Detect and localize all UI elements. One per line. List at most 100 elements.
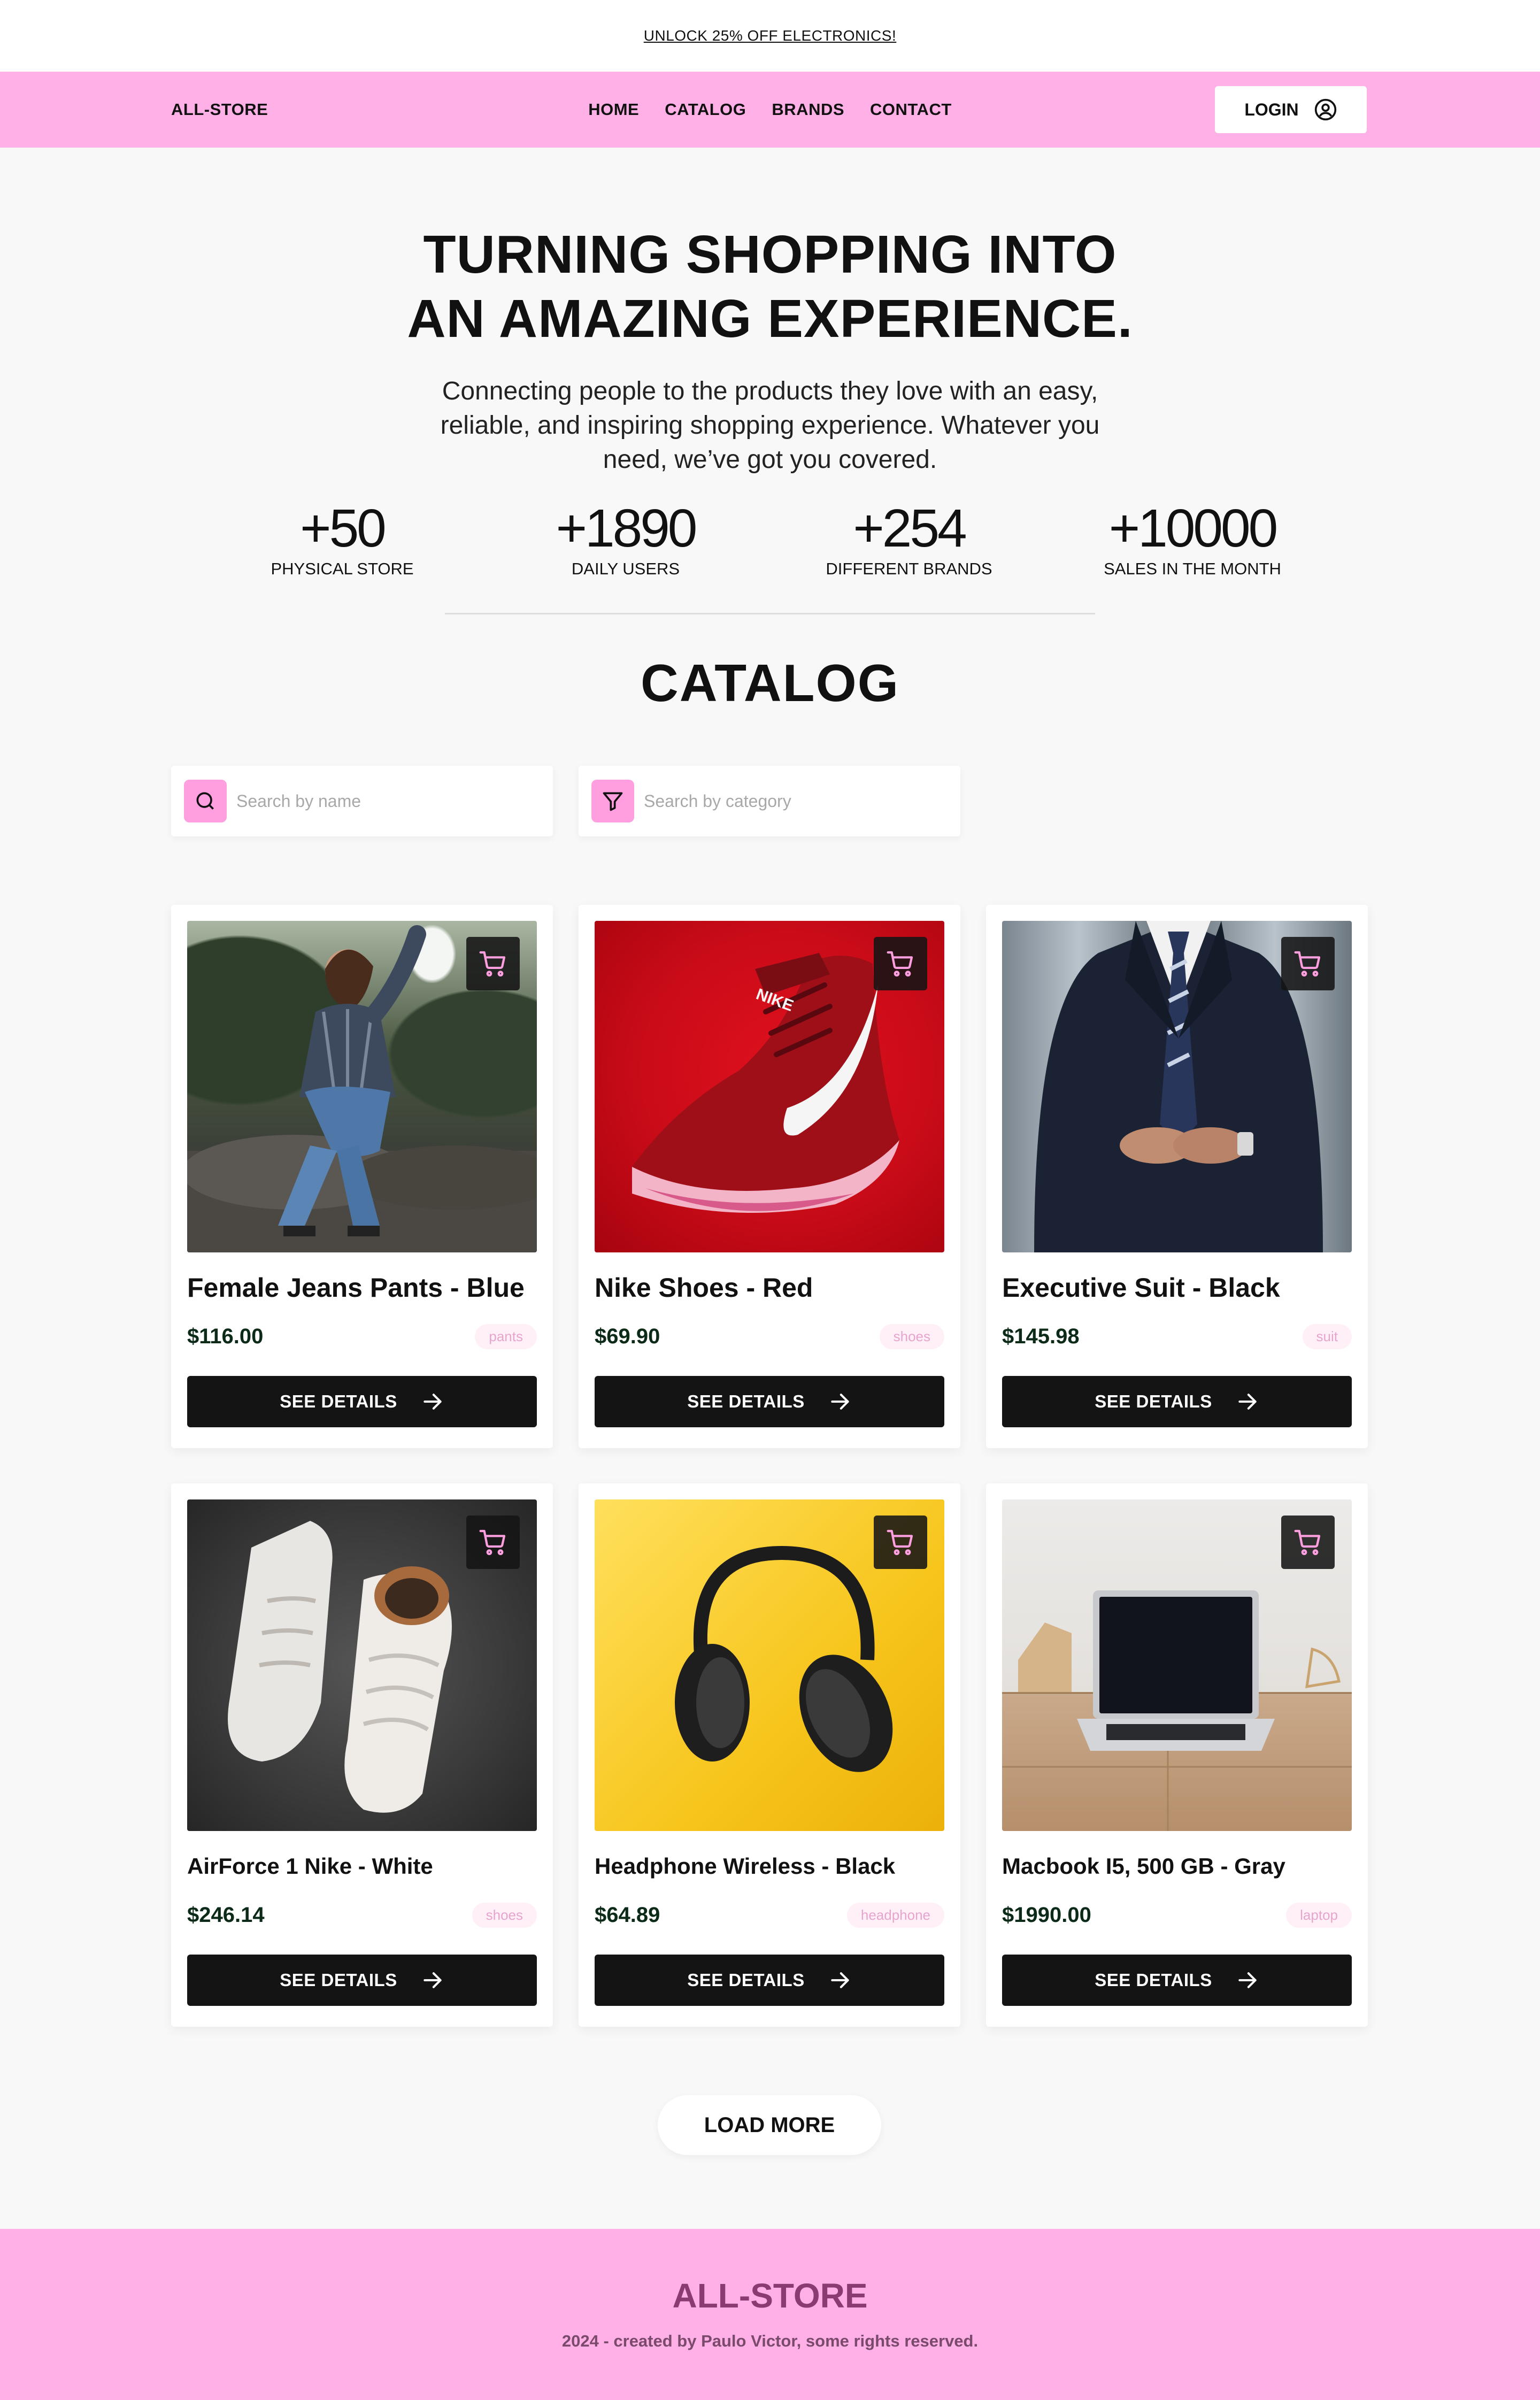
search-name-input[interactable] (236, 791, 536, 811)
product-card: Female Jeans Pants - Blue $116.00 pants … (171, 905, 553, 1448)
login-label: LOGIN (1244, 99, 1299, 119)
add-to-cart-button[interactable] (466, 937, 520, 990)
arrow-right-icon (831, 1394, 849, 1410)
product-card: Headphone Wireless - Black $64.89 headph… (579, 1483, 960, 2027)
hero-title-line2: AN AMAZING EXPERIENCE. (407, 289, 1133, 349)
product-meta-row: $116.00 pants (187, 1324, 537, 1349)
see-details-button[interactable]: SEE DETAILS (595, 1376, 944, 1427)
cart-icon (1294, 1529, 1321, 1556)
arrow-right-icon (424, 1972, 442, 1988)
add-to-cart-button[interactable] (874, 1516, 927, 1569)
add-to-cart-button[interactable] (466, 1516, 520, 1569)
promo-bar: UNLOCK 25% OFF ELECTRONICS! (0, 0, 1540, 72)
product-card: AirForce 1 Nike - White $246.14 shoes SE… (171, 1483, 553, 2027)
arrow-right-icon (424, 1394, 442, 1410)
product-card: Executive Suit - Black $145.98 suit SEE … (986, 905, 1368, 1448)
see-details-label: SEE DETAILS (1095, 1391, 1212, 1411)
footer-brand: ALL-STORE (672, 2276, 868, 2315)
product-price: $246.14 (187, 1903, 265, 1927)
nav-contact[interactable]: CONTACT (870, 100, 952, 119)
product-image-nike-shoes[interactable]: NIKE (595, 921, 944, 1252)
category-badge: headphone (846, 1903, 944, 1928)
product-price: $116.00 (187, 1325, 264, 1348)
product-price: $64.89 (595, 1903, 660, 1927)
product-image-headphone[interactable] (595, 1499, 944, 1831)
promo-link[interactable]: UNLOCK 25% OFF ELECTRONICS! (644, 27, 896, 44)
add-to-cart-button[interactable] (1281, 1516, 1335, 1569)
site-header: ALL-STORE HOME CATALOG BRANDS CONTACT LO… (0, 72, 1540, 148)
catalog-filters (171, 766, 960, 836)
product-grid: Female Jeans Pants - Blue $116.00 pants … (171, 905, 1369, 2027)
product-price: $145.98 (1002, 1325, 1080, 1348)
hero-subtitle: Connecting people to the products they l… (440, 377, 1100, 474)
product-image-jeans[interactable] (187, 921, 537, 1252)
stat-label: PHYSICAL STORE (271, 559, 414, 578)
product-name: Nike Shoes - Red (595, 1273, 813, 1303)
see-details-button[interactable]: SEE DETAILS (1002, 1376, 1352, 1427)
product-card: Macbook I5, 500 GB - Gray $1990.00 lapto… (986, 1483, 1368, 2027)
hero-title: TURNING SHOPPING INTO AN AMAZING EXPERIE… (0, 222, 1540, 351)
see-details-button[interactable]: SEE DETAILS (1002, 1955, 1352, 2006)
product-meta-row: $64.89 headphone (595, 1903, 944, 1928)
cart-icon (479, 951, 506, 977)
search-icon[interactable] (184, 780, 227, 822)
login-button[interactable]: LOGIN (1215, 86, 1367, 133)
user-circle-icon (1314, 98, 1336, 121)
product-name: AirForce 1 Nike - White (187, 1853, 433, 1879)
cart-icon (887, 1529, 913, 1556)
stat-label: SALES IN THE MONTH (1104, 559, 1281, 578)
product-meta-row: $1990.00 laptop (1002, 1903, 1352, 1928)
product-card: NIKE Nike Shoes - Red $69.90 shoes SEE D… (579, 905, 960, 1448)
stat-daily-users: +1890 DAILY USERS (484, 498, 767, 579)
nav-home[interactable]: HOME (588, 100, 639, 119)
product-name: Female Jeans Pants - Blue (187, 1273, 525, 1303)
stat-value: +50 (300, 498, 387, 558)
category-badge: pants (475, 1324, 537, 1349)
stat-value: +10000 (1108, 498, 1278, 558)
add-to-cart-button[interactable] (1281, 937, 1335, 990)
see-details-button[interactable]: SEE DETAILS (187, 1376, 537, 1427)
stat-label: DIFFERENT BRANDS (826, 559, 992, 578)
nav-brands[interactable]: BRANDS (772, 100, 844, 119)
product-price: $69.90 (595, 1325, 660, 1348)
product-image-airforce[interactable] (187, 1499, 537, 1831)
product-name: Headphone Wireless - Black (595, 1853, 896, 1879)
see-details-label: SEE DETAILS (280, 1970, 397, 1990)
see-details-button[interactable]: SEE DETAILS (187, 1955, 537, 2006)
product-image-macbook[interactable] (1002, 1499, 1352, 1831)
section-divider (445, 613, 1095, 614)
hero-title-line1: TURNING SHOPPING INTO (423, 225, 1117, 284)
see-details-label: SEE DETAILS (280, 1391, 397, 1411)
arrow-right-icon (831, 1972, 849, 1988)
arrow-right-icon (1238, 1972, 1257, 1988)
cart-icon (1294, 951, 1321, 977)
cart-icon (479, 1529, 506, 1556)
filter-icon[interactable] (591, 780, 634, 822)
catalog-title: CATALOG (641, 653, 899, 712)
see-details-button[interactable]: SEE DETAILS (595, 1955, 944, 2006)
see-details-label: SEE DETAILS (687, 1970, 805, 1990)
stat-value: +254 (853, 498, 967, 558)
category-badge: shoes (879, 1324, 944, 1349)
load-more-button[interactable]: LOAD MORE (658, 2095, 881, 2155)
stats-row: +50 PHYSICAL STORE +1890 DAILY USERS +25… (0, 498, 1540, 579)
footer-copyright: 2024 - created by Paulo Victor, some rig… (561, 2332, 979, 2350)
search-category-field (579, 766, 960, 836)
stat-sales-month: +10000 SALES IN THE MONTH (1051, 498, 1334, 579)
nav-catalog[interactable]: CATALOG (665, 100, 746, 119)
see-details-label: SEE DETAILS (687, 1391, 805, 1411)
hero-section: TURNING SHOPPING INTO AN AMAZING EXPERIE… (0, 148, 1540, 713)
brand-logo[interactable]: ALL-STORE (171, 100, 268, 119)
add-to-cart-button[interactable] (874, 937, 927, 990)
category-badge: shoes (472, 1903, 537, 1928)
search-name-field (171, 766, 553, 836)
product-name: Macbook I5, 500 GB - Gray (1002, 1853, 1285, 1879)
stat-value: +1890 (556, 498, 698, 558)
product-price: $1990.00 (1002, 1903, 1091, 1927)
product-meta-row: $246.14 shoes (187, 1903, 537, 1928)
stat-physical-store: +50 PHYSICAL STORE (201, 498, 484, 579)
category-badge: laptop (1286, 1903, 1352, 1928)
cart-icon (887, 951, 913, 977)
search-category-input[interactable] (644, 791, 943, 811)
product-image-suit[interactable] (1002, 921, 1352, 1252)
